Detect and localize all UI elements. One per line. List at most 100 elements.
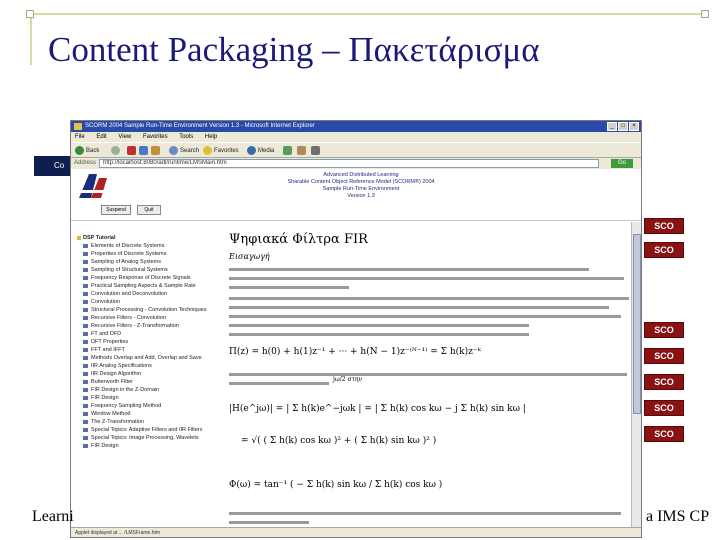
toc-item[interactable]: Recursive Filters - Convolution: [77, 314, 221, 322]
vertical-scrollbar[interactable]: [631, 222, 641, 527]
refresh-icon: [139, 146, 148, 155]
sco-badge: SCO: [644, 348, 684, 364]
toc-item[interactable]: Special Topics: Image Processing, Wavele…: [77, 434, 221, 442]
toc-item[interactable]: Elements of Discrete Systems: [77, 242, 221, 250]
page-content: Advanced Distributed Learning Sharable C…: [71, 169, 641, 527]
address-input[interactable]: http://localhost:8080/adl/runtime/LMSMai…: [99, 159, 599, 168]
mail-icon: [297, 146, 306, 155]
adl-banner: Advanced Distributed Learning Sharable C…: [71, 169, 641, 221]
equation-magnitude-root: = √( ( Σ h(k) cos kω )² + ( Σ h(k) sin k…: [241, 436, 437, 446]
mail-button[interactable]: [297, 146, 308, 156]
toc-item[interactable]: Sampling of Structural Systems: [77, 266, 221, 274]
toc-item[interactable]: FIR Design: [77, 442, 221, 450]
media-button[interactable]: Media: [247, 146, 274, 156]
slide-footer-left: Learni: [32, 508, 74, 525]
search-label: Search: [180, 148, 200, 155]
adl-heading-line: Advanced Distributed Learning: [323, 172, 399, 178]
toc-item[interactable]: Butterworth Filter: [77, 378, 221, 386]
equation-phase: Φ(ω) = tan⁻¹ ( − Σ h(k) sin kω / Σ h(k) …: [229, 480, 443, 490]
media-icon: [247, 146, 256, 155]
slide-title: Content Packaging – Πακετάρισμα: [48, 30, 540, 69]
menu-edit[interactable]: Edit: [96, 134, 106, 140]
equation-transfer-function: Π(z) = h(0) + h(1)z⁻¹ + ··· + h(N − 1)z⁻…: [229, 347, 481, 357]
home-icon: [151, 146, 160, 155]
media-label: Media: [258, 148, 275, 155]
adl-logo-icon: [79, 174, 108, 198]
history-button[interactable]: [283, 146, 294, 156]
toc-item[interactable]: IIR Analog Specifications: [77, 362, 221, 370]
frame-corner-square: [701, 10, 709, 18]
back-label: Back: [86, 148, 100, 155]
toc-item[interactable]: Methods Overlap and Add, Overlap and Sav…: [77, 354, 221, 362]
stop-icon: [127, 146, 136, 155]
minimize-icon[interactable]: _: [607, 122, 617, 131]
toc-item[interactable]: Frequency Response of Discrete Signals: [77, 274, 221, 282]
toc-item[interactable]: Properties of Discrete Systems: [77, 250, 221, 258]
menu-tools[interactable]: Tools: [179, 134, 193, 140]
text-line: [229, 297, 629, 300]
inline-fragment: jω/2 στην: [333, 376, 363, 383]
menu-file[interactable]: File: [75, 134, 85, 140]
text-line: [229, 268, 589, 271]
search-button[interactable]: Search: [169, 146, 199, 156]
toc-item[interactable]: FIR Design: [77, 394, 221, 402]
slide-frame-top: [30, 13, 705, 15]
menu-view[interactable]: View: [118, 134, 131, 140]
document-title: Ψηφιακά Φίλτρα FIR: [229, 232, 368, 247]
toc-item[interactable]: Practical Sampling Aspects & Sample Rate: [77, 282, 221, 290]
adl-heading-line: Version 1.3: [347, 193, 375, 199]
favorites-button[interactable]: Favorites: [203, 146, 239, 156]
toc-item[interactable]: FFT and IFFT: [77, 346, 221, 354]
toc-item[interactable]: Recursive Filters - Z-Transformation: [77, 322, 221, 330]
toc-item[interactable]: Frequency Sampling Method: [77, 402, 221, 410]
toc-item[interactable]: Convolution and Deconvolution: [77, 290, 221, 298]
refresh-button[interactable]: [139, 146, 150, 156]
menu-favorites[interactable]: Favorites: [143, 134, 168, 140]
sco-badge: SCO: [644, 242, 684, 258]
menu-bar: File Edit View Favorites Tools Help: [71, 132, 641, 142]
equation-magnitude: |H(e^jω)| = | Σ h(k)e^−jωk | = | Σ h(k) …: [229, 404, 526, 414]
text-line: [229, 521, 309, 524]
toc-item[interactable]: DFT Properties: [77, 338, 221, 346]
text-line: [229, 324, 529, 327]
suspend-button[interactable]: Suspend: [101, 205, 131, 215]
go-button[interactable]: Go: [611, 159, 633, 168]
print-button[interactable]: [311, 146, 322, 156]
menu-help[interactable]: Help: [205, 134, 217, 140]
background-window-strip: Co: [34, 156, 72, 176]
toc-item[interactable]: Structural Processing - Convolution Tech…: [77, 306, 221, 314]
sco-badge: SCO: [644, 218, 684, 234]
browser-toolbar: Back Search Favorites Media: [71, 142, 641, 158]
toc-item[interactable]: Special Topics: Adaptive Filters and IIR…: [77, 426, 221, 434]
toc-item[interactable]: Sampling of Analog Systems: [77, 258, 221, 266]
stop-button[interactable]: [127, 146, 138, 156]
toc-root[interactable]: DSP Tutorial: [77, 234, 221, 242]
course-toc-tree: DSP Tutorial Elements of Discrete System…: [71, 222, 221, 527]
text-line: [229, 382, 329, 385]
toc-item[interactable]: Convolution: [77, 298, 221, 306]
status-bar: Applet displayed at ... /LMSFrame.htm: [71, 527, 641, 537]
history-icon: [283, 146, 292, 155]
document-subtitle: Εισαγωγή: [229, 252, 270, 261]
star-icon: [203, 146, 212, 155]
toc-item[interactable]: FIR Design in the Z-Domain: [77, 386, 221, 394]
scrollbar-thumb[interactable]: [633, 234, 641, 414]
toc-item[interactable]: The Z-Transformation: [77, 418, 221, 426]
text-line: [229, 373, 627, 376]
address-bar: Address http://localhost:8080/adl/runtim…: [71, 158, 641, 169]
slide-footer-right: a IMS CP: [646, 508, 710, 525]
toc-item[interactable]: FT and DFD: [77, 330, 221, 338]
maximize-icon[interactable]: □: [618, 122, 628, 131]
sco-badge: SCO: [644, 400, 684, 416]
search-icon: [169, 146, 178, 155]
home-button[interactable]: [151, 146, 162, 156]
forward-arrow-icon: [111, 146, 120, 155]
browser-window: SCORM 2004 Sample Run-Time Environment V…: [70, 120, 642, 538]
back-arrow-icon: [75, 146, 84, 155]
toc-item[interactable]: IIR Design Algorithm: [77, 370, 221, 378]
quit-button[interactable]: Quit: [137, 205, 161, 215]
forward-button[interactable]: [111, 146, 122, 156]
close-icon[interactable]: ×: [629, 122, 639, 131]
toc-item[interactable]: Window Method: [77, 410, 221, 418]
back-button[interactable]: Back: [75, 146, 99, 156]
